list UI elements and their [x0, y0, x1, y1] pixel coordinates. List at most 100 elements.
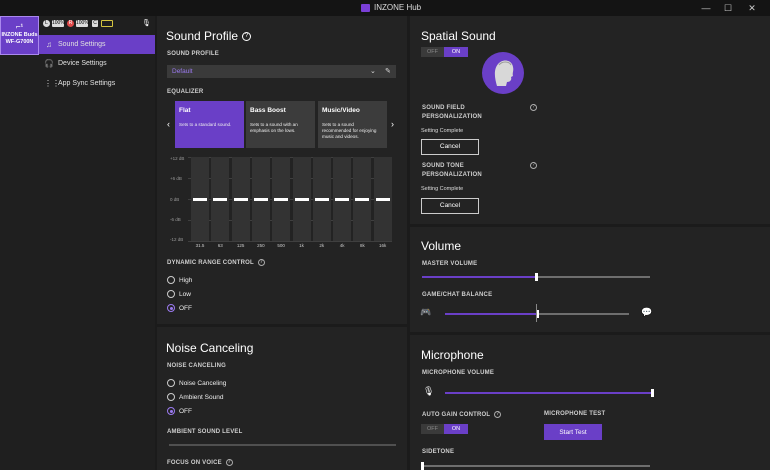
- master-volume-label: MASTER VOLUME: [422, 261, 478, 267]
- music-note-icon: ♫: [46, 40, 52, 49]
- ambient-sound-slider[interactable]: [169, 444, 396, 446]
- sidebar-item-app-sync-settings[interactable]: ⋮⋮ App Sync Settings: [39, 74, 155, 93]
- sound-profile-label: SOUND PROFILE: [167, 51, 219, 57]
- nc-radio-ambient-sound[interactable]: [167, 393, 175, 401]
- eq-frequency-label: 4k: [339, 243, 345, 248]
- sound-profile-value: Default: [172, 68, 193, 75]
- nc-radio-off[interactable]: [167, 407, 175, 415]
- sound-field-cancel-button[interactable]: Cancel: [421, 139, 479, 155]
- drc-radio-high[interactable]: [167, 276, 175, 284]
- toggle-off-label: OFF: [427, 426, 438, 432]
- focus-on-voice-label: FOCUS ON VOICE?: [167, 459, 233, 467]
- sidebar-item-label: Sound Settings: [58, 41, 106, 48]
- sound-profile-title: Sound Profile?: [166, 29, 252, 43]
- eq-band-handle[interactable]: [213, 198, 228, 201]
- window-title: INZONE Hub: [374, 3, 422, 12]
- db-tick: +6 dB: [170, 176, 182, 181]
- preset-card-flat[interactable]: Flat Sets to a standard sound.: [175, 101, 244, 148]
- eq-band-handle[interactable]: [314, 198, 329, 201]
- gamepad-icon: 🎮: [420, 307, 432, 317]
- sidebar-item-device-settings[interactable]: 🎧 Device Settings: [39, 54, 155, 73]
- help-icon[interactable]: ?: [530, 104, 537, 111]
- help-icon[interactable]: ?: [530, 162, 537, 169]
- eq-band-handle[interactable]: [193, 198, 207, 201]
- microphone-icon: 🎙: [423, 386, 435, 396]
- spatial-sound-toggle[interactable]: OFF ON: [421, 47, 468, 57]
- preset-description: Sets to a sound with an emphasis on the …: [250, 122, 298, 133]
- left-battery-level: 100%: [52, 20, 65, 27]
- sidebar-item-label: Device Settings: [58, 60, 107, 67]
- help-icon[interactable]: ?: [242, 32, 252, 42]
- head-icon: [494, 60, 514, 86]
- minimize-button[interactable]: —: [700, 2, 712, 14]
- help-icon[interactable]: ?: [494, 411, 502, 418]
- microphone-test-label: MICROPHONE TEST: [544, 411, 606, 417]
- preset-card-bass-boost[interactable]: Bass Boost Sets to a sound with an empha…: [246, 101, 315, 148]
- device-tile[interactable]: ⌐¹ INZONE Buds WF-G700N: [0, 16, 39, 55]
- close-button[interactable]: ✕: [746, 2, 758, 14]
- edit-pencil-icon[interactable]: ✎: [385, 65, 391, 78]
- eq-band-handle[interactable]: [355, 198, 370, 201]
- nc-option-label: Noise Canceling: [179, 380, 227, 387]
- eq-frequency-label: 125: [236, 243, 245, 248]
- drc-label: DYNAMIC RANGE CONTROL?: [167, 259, 265, 267]
- eq-band-handle[interactable]: [294, 198, 309, 201]
- drc-option-label: OFF: [179, 305, 192, 312]
- device-name: INZONE Buds WF-G700N: [1, 32, 38, 46]
- eq-frequency-label: 2k: [319, 243, 325, 248]
- head-avatar: [482, 52, 524, 94]
- inzone-logo-icon: [361, 4, 370, 12]
- chevron-left-icon[interactable]: ‹: [167, 119, 170, 129]
- sound-profile-dropdown[interactable]: Default ⌄ ✎: [167, 65, 396, 78]
- help-icon[interactable]: ?: [225, 459, 233, 466]
- slider-fill: [445, 392, 652, 394]
- eq-band-handle[interactable]: [335, 198, 350, 201]
- eq-frequency-label: 63: [217, 243, 223, 248]
- volume-panel: [410, 227, 770, 332]
- slider-fill: [422, 276, 536, 278]
- drc-radio-low[interactable]: [167, 290, 175, 298]
- grid-icon: ⋮⋮: [44, 79, 60, 88]
- help-icon[interactable]: ?: [257, 259, 265, 266]
- maximize-button[interactable]: ☐: [722, 2, 734, 14]
- sound-tone-cancel-button[interactable]: Cancel: [421, 198, 479, 214]
- right-battery-level: 100%: [76, 20, 89, 27]
- nc-option-label: OFF: [179, 408, 192, 415]
- preset-name: Music/Video: [322, 107, 360, 114]
- eq-band-handle[interactable]: [253, 198, 268, 201]
- db-tick: -12 dB: [170, 237, 184, 242]
- preset-description: Sets to a sound recommended for enjoying…: [322, 122, 377, 139]
- eq-frequency-label: 500: [277, 243, 285, 248]
- slider-track: [422, 465, 650, 467]
- slider-thumb[interactable]: [651, 389, 654, 397]
- sound-tone-personalization-label: SOUND TONE PERSONALIZATION: [422, 163, 482, 178]
- toggle-off-label: OFF: [427, 49, 438, 55]
- preset-card-music-video[interactable]: Music/Video Sets to a sound recommended …: [318, 101, 387, 148]
- device-name-line2: WF-G700N: [5, 39, 34, 45]
- slider-thumb[interactable]: [535, 273, 538, 281]
- slider-thumb[interactable]: [421, 462, 424, 470]
- db-tick: 0 dB: [170, 197, 180, 202]
- chevron-down-icon: ⌄: [370, 68, 376, 75]
- eq-frequency-label: 16k: [379, 243, 387, 248]
- start-test-button[interactable]: Start Test: [544, 424, 602, 440]
- chevron-right-icon[interactable]: ›: [391, 119, 394, 129]
- db-tick: -6 dB: [170, 217, 181, 222]
- microphone-title: Microphone: [421, 348, 484, 362]
- nc-radio-noise-canceling[interactable]: [167, 379, 175, 387]
- sidebar-item-sound-settings[interactable]: ♫ Sound Settings: [39, 35, 155, 54]
- eq-band-handle[interactable]: [375, 198, 390, 201]
- sound-field-personalization-label: SOUND FIELD PERSONALIZATION: [422, 105, 482, 120]
- left-bud-battery-badge: L: [43, 20, 50, 27]
- eq-band-handle[interactable]: [274, 198, 289, 201]
- eq-frequency-label: 1k: [299, 243, 304, 248]
- device-name-line1: INZONE Buds: [1, 32, 38, 38]
- toggle-on-label: ON: [444, 47, 468, 57]
- eq-frequency-label: 31.5: [195, 243, 205, 248]
- ambient-sound-level-label: AMBIENT SOUND LEVEL: [167, 429, 243, 435]
- nc-option-label: Ambient Sound: [179, 394, 224, 401]
- noise-canceling-title: Noise Canceling: [166, 341, 254, 355]
- drc-radio-off[interactable]: [167, 304, 175, 312]
- auto-gain-control-toggle[interactable]: OFF ON: [421, 424, 468, 434]
- eq-band-handle[interactable]: [233, 198, 248, 201]
